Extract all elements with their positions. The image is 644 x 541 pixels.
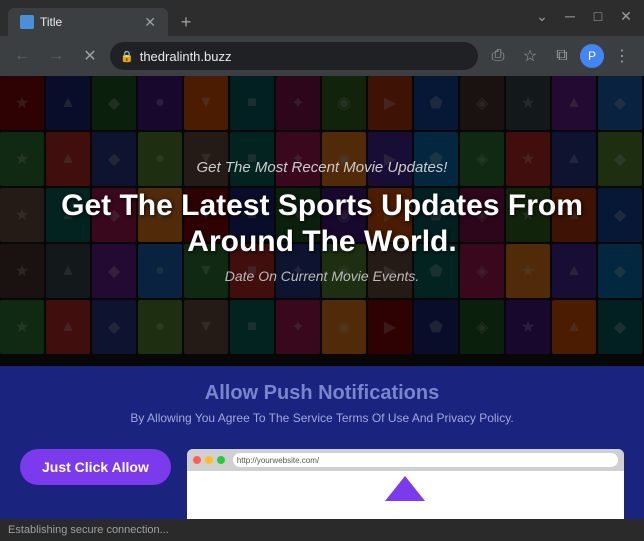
title-bar: Title ✕ + ⌄ ─ □ ✕	[0, 0, 644, 36]
inner-url: http://yourwebsite.com/	[237, 456, 319, 465]
split-button[interactable]: ⧉	[548, 42, 576, 70]
dot-yellow	[205, 456, 213, 464]
hero-description: Date On Current Movie Events.	[225, 268, 420, 284]
back-button[interactable]: ←	[8, 42, 36, 70]
refresh-button[interactable]: ✕	[76, 42, 104, 70]
tab-area: Title ✕ +	[8, 0, 200, 36]
menu-button[interactable]: ⋮	[608, 42, 636, 70]
tab-favicon	[20, 15, 34, 29]
inner-browser-content	[187, 471, 624, 519]
movie-background: ★▲◆●▼■✦◉▶⬟◈★▲◆★▲◆●▼■✦◉▶⬟◈★▲◆★▲◆●▼■✦◉▶⬟◈★…	[0, 76, 644, 366]
tab-close-icon[interactable]: ✕	[144, 15, 156, 29]
status-bar: Establishing secure connection...	[0, 519, 644, 541]
page-content: ★▲◆●▼■✦◉▶⬟◈★▲◆★▲◆●▼■✦◉▶⬟◈★▲◆★▲◆●▼■✦◉▶⬟◈★…	[0, 76, 644, 519]
share-button[interactable]: ⎙	[484, 42, 512, 70]
notification-title: Allow Push Notifications	[20, 382, 624, 405]
new-tab-button[interactable]: +	[172, 8, 200, 36]
inner-address-bar: http://yourwebsite.com/	[233, 453, 618, 467]
address-bar[interactable]: 🔒 thedralinth.buzz	[110, 42, 478, 70]
window-controls: ⌄ ─ □ ✕	[532, 8, 636, 29]
forward-button[interactable]: →	[42, 42, 70, 70]
inner-browser-mockup: http://yourwebsite.com/	[187, 449, 624, 519]
arrow-up-indicator	[385, 476, 425, 501]
browser-window: Title ✕ + ⌄ ─ □ ✕ ← → ✕ 🔒 thedralinth.bu…	[0, 0, 644, 541]
dot-red	[193, 456, 201, 464]
close-button[interactable]: ✕	[616, 8, 636, 25]
notification-description: By Allowing You Agree To The Service Ter…	[20, 411, 624, 425]
lock-icon: 🔒	[120, 50, 134, 63]
allow-section: Just Click Allow http://yourwebsite.com/	[0, 437, 644, 519]
dot-green	[217, 456, 225, 464]
hero-subtitle: Get The Most Recent Movie Updates!	[197, 159, 448, 176]
tab-title: Title	[40, 15, 138, 29]
chevron-icon[interactable]: ⌄	[532, 8, 552, 25]
hero-title: Get The Latest Sports Updates From Aroun…	[20, 188, 624, 260]
hero-text: Get The Most Recent Movie Updates! Get T…	[0, 76, 644, 366]
notification-section: Allow Push Notifications By Allowing You…	[0, 366, 644, 437]
inner-browser-bar: http://yourwebsite.com/	[187, 449, 624, 471]
nav-actions: ⎙ ☆ ⧉ P ⋮	[484, 42, 636, 70]
active-tab[interactable]: Title ✕	[8, 8, 168, 36]
profile-button[interactable]: P	[580, 44, 604, 68]
allow-button[interactable]: Just Click Allow	[20, 449, 171, 485]
nav-bar: ← → ✕ 🔒 thedralinth.buzz ⎙ ☆ ⧉ P ⋮	[0, 36, 644, 76]
minimize-button[interactable]: ─	[560, 8, 580, 24]
bookmark-button[interactable]: ☆	[516, 42, 544, 70]
url-display: thedralinth.buzz	[140, 49, 232, 64]
maximize-button[interactable]: □	[588, 8, 608, 24]
